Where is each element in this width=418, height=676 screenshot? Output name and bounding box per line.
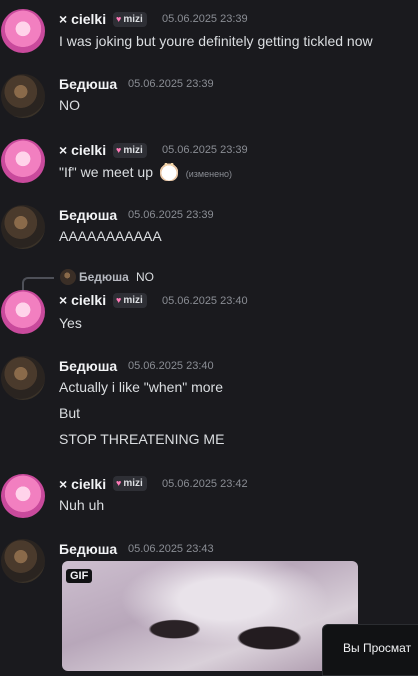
message-text: I was joking but youre definitely gettin…	[59, 33, 373, 49]
message-text: But	[59, 405, 81, 421]
author-name[interactable]: Бедюша	[59, 207, 117, 223]
timestamp: 05.06.2025 23:39	[128, 209, 214, 221]
badge-label: mizi	[123, 295, 143, 306]
message-text: Yes	[59, 315, 82, 331]
author-name[interactable]: × cielki	[59, 292, 106, 308]
avatar[interactable]	[1, 356, 45, 400]
author-name[interactable]: Бедюша	[59, 76, 117, 92]
role-badge[interactable]: ♥ mizi	[113, 12, 147, 27]
cat-emoji-icon[interactable]	[159, 162, 178, 181]
heart-icon: ♥	[116, 14, 122, 24]
reply-avatar[interactable]	[60, 269, 76, 285]
edited-label: (изменено)	[185, 169, 233, 179]
message-text: Actually i like "when" more	[59, 379, 224, 395]
author-name[interactable]: × cielki	[59, 142, 106, 158]
message-text: NO	[59, 97, 80, 113]
heart-icon: ♥	[116, 478, 122, 488]
heart-icon: ♥	[116, 295, 122, 305]
reply-connector	[22, 277, 54, 291]
reply-author[interactable]: Бедюша	[79, 270, 129, 284]
avatar[interactable]	[1, 205, 45, 249]
message-text: "If" we meet up	[59, 164, 153, 180]
timestamp: 05.06.2025 23:39	[128, 78, 214, 90]
gif-image[interactable]	[62, 561, 358, 671]
role-badge[interactable]: ♥ mizi	[113, 476, 147, 491]
avatar[interactable]	[1, 539, 45, 583]
reply-preview[interactable]: NO	[136, 270, 154, 284]
timestamp: 05.06.2025 23:40	[162, 295, 248, 307]
timestamp: 05.06.2025 23:43	[128, 543, 214, 555]
heart-icon: ♥	[116, 145, 122, 155]
message-text: AAAAAAAAAAA	[59, 228, 162, 244]
role-badge[interactable]: ♥ mizi	[113, 293, 147, 308]
role-badge[interactable]: ♥ mizi	[113, 143, 147, 158]
status-toast[interactable]: Вы Просмат	[322, 624, 418, 676]
toast-text: Вы Просмат	[343, 641, 412, 655]
avatar[interactable]	[1, 290, 45, 334]
badge-label: mizi	[123, 478, 143, 489]
timestamp: 05.06.2025 23:40	[128, 360, 214, 372]
timestamp: 05.06.2025 23:39	[162, 13, 248, 25]
message-text-row: "If" we meet up (изменено)	[59, 162, 233, 181]
avatar[interactable]	[1, 139, 45, 183]
author-name[interactable]: × cielki	[59, 11, 106, 27]
avatar[interactable]	[1, 474, 45, 518]
message-text: STOP THREATENING ME	[59, 431, 225, 447]
avatar[interactable]	[1, 9, 45, 53]
author-name[interactable]: Бедюша	[59, 358, 117, 374]
timestamp: 05.06.2025 23:39	[162, 144, 248, 156]
gif-badge: GIF	[66, 569, 93, 583]
badge-label: mizi	[123, 145, 143, 156]
avatar[interactable]	[1, 74, 45, 118]
badge-label: mizi	[123, 14, 143, 25]
author-name[interactable]: × cielki	[59, 476, 106, 492]
message-text: Nuh uh	[59, 497, 105, 513]
timestamp: 05.06.2025 23:42	[162, 478, 248, 490]
author-name[interactable]: Бедюша	[59, 541, 117, 557]
